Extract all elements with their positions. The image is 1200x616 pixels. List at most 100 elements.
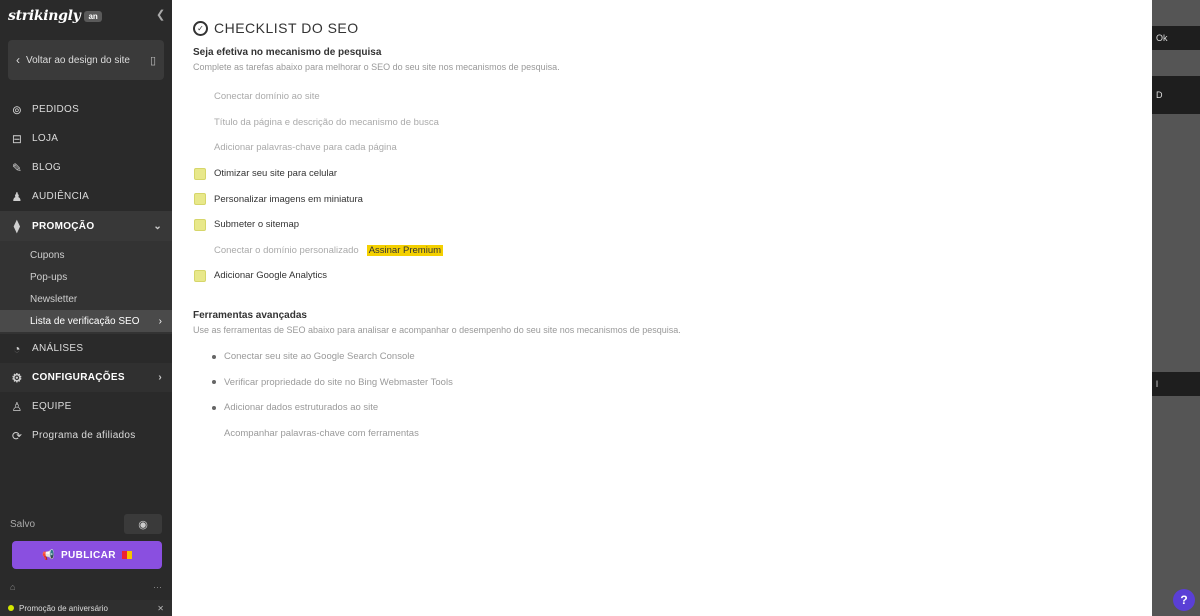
sidebar: strikingly an ❮ ‹ Voltar ao design do si… [0,0,172,616]
checklist-item[interactable]: Personalizar imagens em miniatura [194,186,443,212]
bullet-icon [212,380,216,385]
layout-icon: ▯ [149,54,156,67]
checkbox-done-icon [194,116,206,128]
help-center-icon[interactable]: ⌂ [10,582,15,593]
editor-button[interactable]: l [1152,372,1200,396]
chevron-left-icon: ‹ [16,53,20,67]
submenu-item-label: Lista de verificação SEO [30,315,140,327]
submenu-item-popups[interactable]: Pop-ups [0,266,172,288]
back-to-design-button[interactable]: ‹ Voltar ao design do site ▯ [8,40,164,80]
checkbox-pending-icon [194,269,206,282]
checkbox-done-icon [194,244,206,256]
logo[interactable]: strikingly an [8,8,102,24]
tool-link[interactable]: Acompanhar palavras-chave com ferramenta… [212,421,453,447]
affiliate-icon: ⟳ [11,428,23,443]
sidebar-item-team[interactable]: ♙ EQUIPE [0,392,172,421]
checklist-item[interactable]: Submeter o sitemap [194,212,443,238]
sidebar-item-label: EQUIPE [32,401,72,412]
back-to-design-label: Voltar ao design do site [26,54,130,66]
tool-link[interactable]: Verificar propriedade do site no Bing We… [212,370,453,396]
collapse-sidebar-icon[interactable]: ❮ [156,8,165,21]
submenu-item-coupons[interactable]: Cupons [0,244,172,266]
editor-background: Ok D l [1152,0,1200,616]
bullet-icon [212,405,216,410]
sidebar-item-label: AUDIÊNCIA [32,191,90,202]
gear-icon: ⚙ [11,370,23,385]
checkbox-done-icon [194,142,206,154]
receipt-icon: ⊚ [11,102,23,117]
section-desc-search: Complete as tarefas abaixo para melhorar… [193,62,560,72]
sidebar-nav: ⊚ PEDIDOS ⊟ LOJA ✎ BLOG ♟ AUDIÊNCIA ⧫ PR… [0,95,172,450]
sidebar-item-store[interactable]: ⊟ LOJA [0,124,172,153]
submenu-item-seo-checklist[interactable]: Lista de verificação SEO › [0,310,172,332]
blog-icon: ✎ [11,160,23,175]
premium-badge[interactable]: Assinar Premium [366,244,444,256]
store-icon: ⊟ [11,131,23,146]
submenu-item-newsletter[interactable]: Newsletter [0,288,172,310]
checkbox-pending-icon [194,193,206,206]
checklist-item[interactable]: Adicionar palavras-chave para cada págin… [194,135,443,161]
section-title-search: Seja efetiva no mecanismo de pesquisa [193,47,382,58]
sidebar-item-settings[interactable]: ⚙ CONFIGURAÇÕES › [0,363,172,392]
logo-text: strikingly [8,8,81,24]
promo-bar-text: Promoção de aniversário [19,603,108,613]
chevron-right-icon: › [158,372,162,383]
checklist-item[interactable]: Conectar o domínio personalizado Assinar… [194,238,444,264]
sidebar-item-label: ANÁLISES [32,343,84,354]
chevron-right-icon: › [158,315,162,327]
sidebar-item-affiliate[interactable]: ⟳ Programa de afiliados [0,421,172,450]
eye-icon: ◉ [138,518,148,531]
sidebar-item-label: BLOG [32,162,61,173]
bottom-tools: ⌂ ⋯ [10,582,162,593]
team-icon: ♙ [11,399,23,414]
checklist-item[interactable]: Adicionar Google Analytics [194,263,443,289]
editor-button[interactable]: Ok [1152,26,1200,50]
page-title-text: CHECKLIST DO SEO [214,20,359,36]
megaphone-icon: ⧫ [13,219,21,233]
checkbox-pending-icon [194,167,206,180]
audience-icon: ♟ [11,189,23,204]
sidebar-item-label: CONFIGURAÇÕES [32,372,125,383]
sidebar-item-label: PROMOÇÃO [32,220,95,232]
analytics-icon: ◔ [13,341,21,356]
promotion-submenu: Cupons Pop-ups Newsletter Lista de verif… [0,241,172,334]
checkbox-pending-icon [194,218,206,231]
logo-badge: an [84,10,102,22]
publish-label: PUBLICAR [60,549,116,561]
checklist-item[interactable]: Título da página e descrição do mecanism… [194,110,443,136]
bullet-icon [212,354,216,359]
checkbox-done-icon [194,91,206,103]
section-title-advanced: Ferramentas avançadas [193,310,307,321]
sidebar-item-blog[interactable]: ✎ BLOG [0,153,172,182]
flag-icon [121,551,132,559]
sidebar-item-audience[interactable]: ♟ AUDIÊNCIA [0,182,172,211]
chevron-down-icon: ⌄ [153,220,162,232]
seo-checklist-panel: ✓ CHECKLIST DO SEO Seja efetiva no mecan… [172,0,1152,616]
megaphone-icon: 📢 [42,549,55,561]
more-options-icon[interactable]: ⋯ [153,582,162,593]
checklist-item[interactable]: Otimizar seu site para celular [194,161,443,187]
tool-link[interactable]: Conectar seu site ao Google Search Conso… [212,344,453,370]
seo-icon: ✓ [193,20,208,36]
preview-button[interactable]: ◉ [124,514,162,534]
advanced-tools-list: Conectar seu site ao Google Search Conso… [212,344,453,446]
help-button[interactable]: ? [1173,589,1195,611]
page-title: ✓ CHECKLIST DO SEO [193,20,359,36]
sidebar-item-label: Programa de afiliados [32,430,136,441]
sidebar-item-label: LOJA [32,133,59,144]
sidebar-item-promotion[interactable]: ⧫ PROMOÇÃO ⌄ [0,211,172,241]
editor-section: D [1152,76,1200,114]
sidebar-item-analytics[interactable]: ◔ ANÁLISES [0,334,172,363]
sidebar-item-orders[interactable]: ⊚ PEDIDOS [0,95,172,124]
save-status-row: Salvo ◉ [10,514,162,534]
save-status-text: Salvo [10,518,36,530]
status-dot-icon [8,605,14,611]
section-desc-advanced: Use as ferramentas de SEO abaixo para an… [193,325,681,335]
promo-bar[interactable]: Promoção de aniversário ✕ [0,600,172,616]
tool-link[interactable]: Adicionar dados estruturados ao site [212,395,453,421]
seo-checklist: Conectar domínio ao site Título da págin… [194,84,444,289]
sidebar-item-label: PEDIDOS [32,104,80,115]
publish-button[interactable]: 📢 PUBLICAR [12,541,162,569]
close-icon[interactable]: ✕ [157,604,164,613]
checklist-item[interactable]: Conectar domínio ao site [194,84,443,110]
